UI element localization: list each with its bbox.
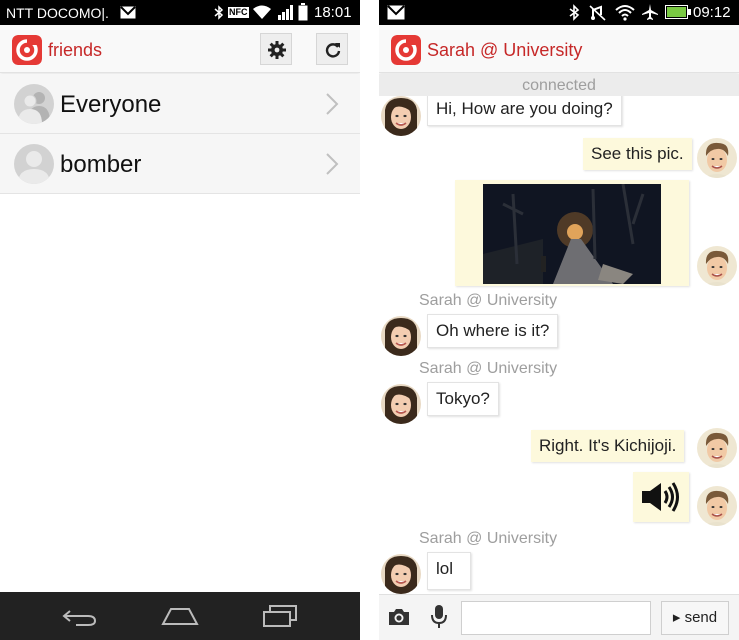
- signal-icon: [278, 5, 293, 20]
- outgoing-image-message[interactable]: [455, 180, 689, 286]
- chevron-right-icon: [326, 153, 339, 175]
- page-title: friends: [48, 40, 103, 60]
- wifi-icon: [615, 5, 635, 21]
- chevron-right-icon: [326, 93, 339, 115]
- camera-icon[interactable]: [387, 607, 411, 627]
- incoming-message: Hi, How are you doing?: [427, 96, 622, 126]
- send-button[interactable]: ▸ send: [661, 601, 729, 635]
- microphone-icon[interactable]: [431, 604, 447, 630]
- refresh-button[interactable]: [316, 33, 348, 65]
- user-avatar: [697, 428, 737, 468]
- airplane-mode-icon: [642, 4, 658, 20]
- mail-icon: [387, 5, 405, 20]
- recent-apps-icon[interactable]: [262, 604, 298, 628]
- outgoing-message: Right. It's Kichijoji.: [531, 430, 685, 462]
- app-bar: friends: [0, 25, 360, 73]
- status-bar: NTT DOCOMO|. NFC 18:01: [0, 0, 360, 25]
- friend-name: bomber: [60, 151, 142, 178]
- clock: 09:12: [693, 4, 731, 21]
- incoming-message: Tokyo?: [427, 382, 499, 416]
- refresh-icon: [325, 43, 341, 58]
- carrier-label: NTT DOCOMO|.: [6, 5, 109, 21]
- status-bar: 09:12: [379, 0, 739, 25]
- screenshot-composite: NTT DOCOMO|. NFC 18:01 friends Everyone …: [0, 0, 739, 640]
- chat-screen: 09:12 Sarah @ University connected Hi, H…: [379, 0, 739, 640]
- gear-icon: [268, 41, 286, 59]
- photo-thumbnail[interactable]: [483, 184, 661, 284]
- group-avatar-icon: [14, 84, 54, 124]
- battery-icon: [665, 5, 691, 19]
- back-icon[interactable]: [62, 607, 98, 627]
- sender-name: Sarah @ University: [419, 530, 558, 547]
- sender-name: Sarah @ University: [419, 360, 558, 377]
- connection-status: connected: [379, 74, 739, 96]
- mute-icon: [589, 5, 606, 21]
- nfc-badge: NFC: [228, 7, 249, 18]
- friend-row-everyone[interactable]: Everyone: [0, 74, 360, 134]
- person-avatar-icon: [14, 144, 54, 184]
- message-composer: ▸ send: [379, 594, 739, 640]
- home-icon[interactable]: [161, 606, 199, 626]
- outgoing-audio-message[interactable]: [633, 472, 689, 522]
- incoming-message: lol: [427, 552, 471, 590]
- clock: 18:01: [314, 4, 352, 21]
- user-avatar: [697, 486, 737, 526]
- speaker-icon[interactable]: [641, 481, 681, 513]
- message-input[interactable]: [461, 601, 651, 635]
- mail-icon: [120, 6, 136, 19]
- friend-name: Everyone: [60, 91, 162, 118]
- navigation-bar: [0, 592, 360, 640]
- contact-avatar[interactable]: [381, 384, 421, 424]
- user-avatar: [697, 138, 737, 178]
- battery-icon: [298, 3, 308, 21]
- contact-avatar[interactable]: [381, 316, 421, 356]
- bluetooth-icon: [214, 5, 224, 20]
- settings-button[interactable]: [260, 33, 292, 65]
- friends-screen: NTT DOCOMO|. NFC 18:01 friends Everyone …: [0, 0, 360, 640]
- contact-avatar[interactable]: [381, 96, 421, 136]
- bluetooth-icon: [569, 4, 580, 21]
- app-bar: Sarah @ University: [379, 25, 739, 73]
- sender-name: Sarah @ University: [419, 292, 558, 309]
- friend-row-bomber[interactable]: bomber: [0, 134, 360, 194]
- message-list[interactable]: Hi, How are you doing? See this pic. Sar…: [379, 96, 739, 594]
- user-avatar: [697, 246, 737, 286]
- chat-title: Sarah @ University: [427, 40, 583, 60]
- contact-avatar[interactable]: [381, 554, 421, 594]
- incoming-message: Oh where is it?: [427, 314, 559, 348]
- outgoing-message: See this pic.: [583, 138, 692, 170]
- app-logo-icon[interactable]: [12, 35, 42, 65]
- wifi-icon: [253, 5, 271, 19]
- app-logo-icon[interactable]: [391, 35, 421, 65]
